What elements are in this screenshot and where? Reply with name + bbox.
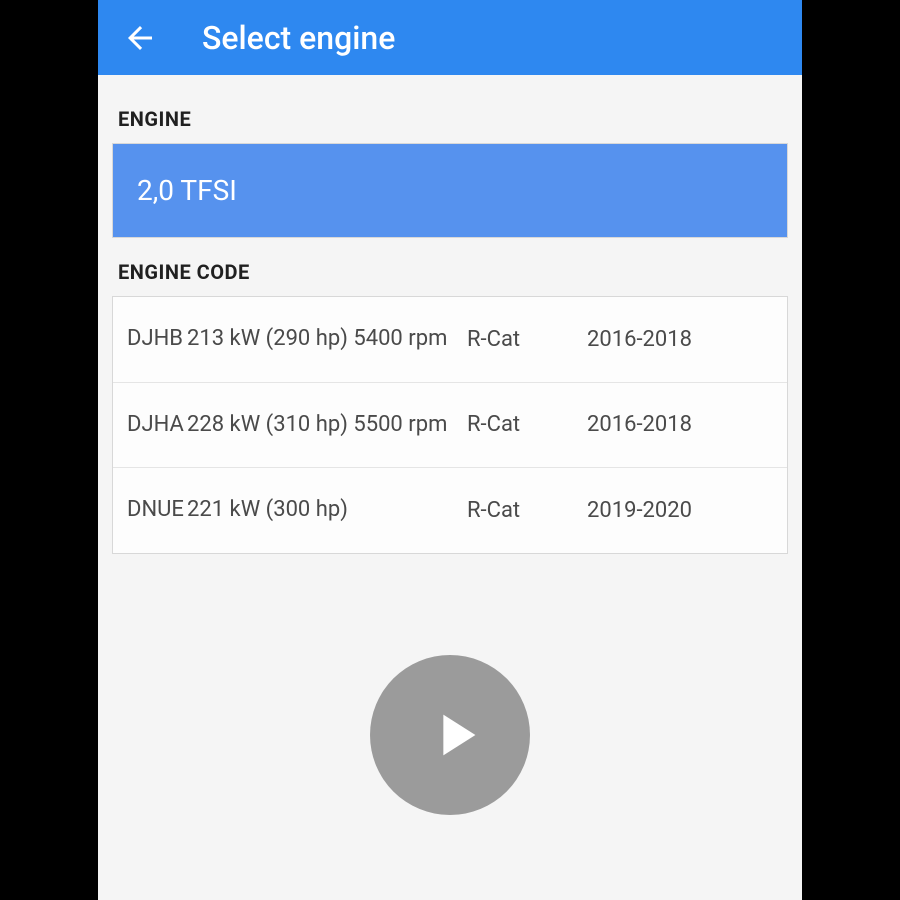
engine-code-list: DJHB 213 kW (290 hp) 5400 rpm R-Cat 2016… (112, 296, 788, 554)
engine-selected-card[interactable]: 2,0 TFSI (112, 143, 788, 238)
back-icon[interactable] (118, 16, 162, 60)
app-bar: Select engine (98, 0, 802, 75)
engine-power: 228 kW (310 hp) 5500 rpm (187, 411, 467, 440)
engine-years: 2016-2018 (577, 327, 773, 352)
engine-selected-text: 2,0 TFSI (137, 174, 237, 207)
engine-years: 2019-2020 (577, 498, 773, 523)
engine-code-row[interactable]: DNUE 221 kW (300 hp) R-Cat 2019-2020 (113, 468, 787, 553)
engine-code: DNUE (127, 496, 187, 525)
section-label-engine-code: ENGINE CODE (118, 260, 782, 284)
play-icon (420, 700, 490, 770)
engine-power: 221 kW (300 hp) (187, 496, 467, 525)
section-label-engine: ENGINE (118, 107, 782, 131)
engine-cat: R-Cat (467, 327, 577, 352)
engine-code: DJHB (127, 325, 187, 354)
engine-code: DJHA (127, 411, 187, 440)
engine-code-row[interactable]: DJHA 228 kW (310 hp) 5500 rpm R-Cat 2016… (113, 383, 787, 469)
engine-years: 2016-2018 (577, 412, 773, 437)
engine-cat: R-Cat (467, 498, 577, 523)
play-button[interactable] (370, 655, 530, 815)
engine-power: 213 kW (290 hp) 5400 rpm (187, 325, 467, 354)
engine-cat: R-Cat (467, 412, 577, 437)
page-title: Select engine (202, 19, 395, 57)
engine-code-row[interactable]: DJHB 213 kW (290 hp) 5400 rpm R-Cat 2016… (113, 297, 787, 383)
content: ENGINE 2,0 TFSI ENGINE CODE DJHB 213 kW … (98, 75, 802, 554)
